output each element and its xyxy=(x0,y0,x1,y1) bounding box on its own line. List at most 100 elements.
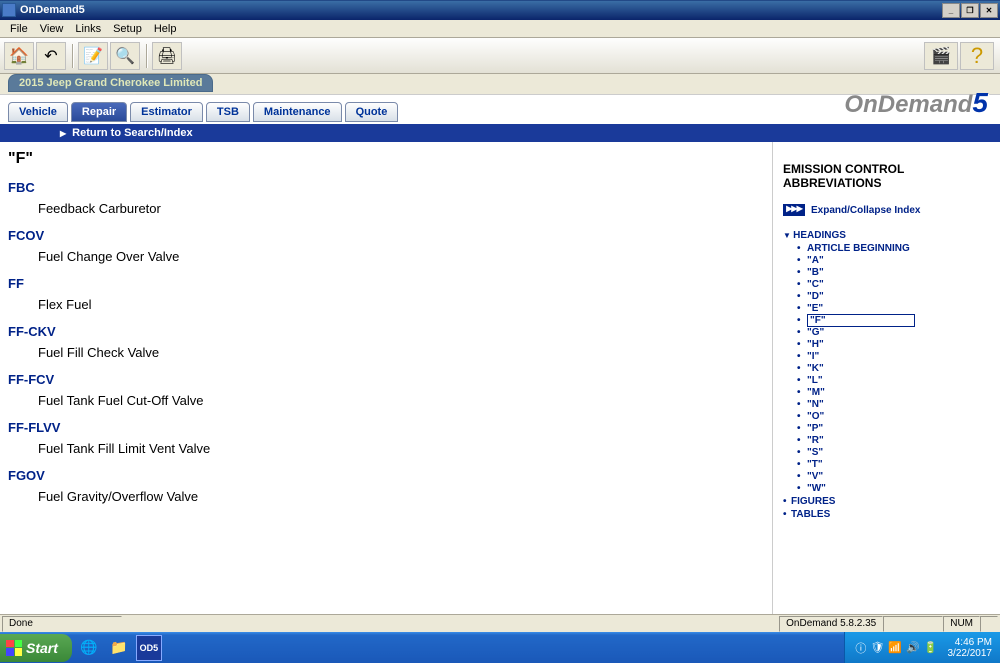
menu-bar: File View Links Setup Help xyxy=(0,20,1000,38)
index-letter[interactable]: "S" xyxy=(807,447,994,458)
index-letter[interactable]: "L" xyxy=(807,375,994,386)
tab-repair[interactable]: Repair xyxy=(71,102,127,122)
tray-date: 3/22/2017 xyxy=(948,648,993,659)
taskbar-explorer[interactable]: 📁 xyxy=(106,635,132,661)
minimize-button[interactable]: _ xyxy=(942,3,960,18)
tray-icon[interactable]: 📶 xyxy=(888,641,902,654)
status-product: OnDemand 5.8.2.35 xyxy=(779,616,883,632)
tray-icon[interactable]: ⓘ xyxy=(855,640,866,656)
toolbar-separator xyxy=(72,44,74,68)
tray-icon[interactable]: 🛡 xyxy=(870,641,884,654)
index-headings[interactable]: HEADINGS xyxy=(783,230,994,241)
windows-taskbar: Start 🌐 📁 OD5 ⓘ 🛡 📶 🔊 🔋 4:46 PM 3/22/201… xyxy=(0,632,1000,663)
index-letter[interactable]: "R" xyxy=(807,435,994,446)
home-button[interactable]: 🏠 xyxy=(4,42,34,70)
start-button[interactable]: Start xyxy=(0,634,72,662)
system-tray: ⓘ 🛡 📶 🔊 🔋 4:46 PM 3/22/2017 xyxy=(844,632,1000,663)
index-letter[interactable]: "D" xyxy=(807,291,994,302)
menu-links[interactable]: Links xyxy=(69,21,107,37)
index-title: EMISSION CONTROL ABBREVIATIONS xyxy=(783,162,994,190)
index-letter[interactable]: "E" xyxy=(807,303,994,314)
status-num: NUM xyxy=(943,616,980,632)
index-letter[interactable]: "M" xyxy=(807,387,994,398)
abbr-term: FF-FCV xyxy=(8,372,764,387)
vehicle-tab[interactable]: 2015 Jeep Grand Cherokee Limited xyxy=(8,74,213,92)
abbr-definition: Fuel Tank Fill Limit Vent Valve xyxy=(38,441,764,456)
abbr-definition: Fuel Gravity/Overflow Valve xyxy=(38,489,764,504)
status-blank xyxy=(883,616,943,632)
abbr-term: FF-CKV xyxy=(8,324,764,339)
index-letter[interactable]: "I" xyxy=(807,351,994,362)
tab-vehicle[interactable]: Vehicle xyxy=(8,102,68,122)
abbr-definition: Feedback Carburetor xyxy=(38,201,764,216)
abbr-term: FF xyxy=(8,276,764,291)
index-letter[interactable]: "H" xyxy=(807,339,994,350)
index-letter[interactable]: "O" xyxy=(807,411,994,422)
abbr-term: FCOV xyxy=(8,228,764,243)
index-letter[interactable]: "F" xyxy=(807,315,994,326)
find-button[interactable]: 🔍 xyxy=(110,42,140,70)
index-letter[interactable]: "N" xyxy=(807,399,994,410)
close-button[interactable]: ✕ xyxy=(980,3,998,18)
abbr-term: FGOV xyxy=(8,468,764,483)
abbr-definition: Fuel Change Over Valve xyxy=(38,249,764,264)
index-letter[interactable]: "K" xyxy=(807,363,994,374)
abbr-term: FBC xyxy=(8,180,764,195)
start-label: Start xyxy=(26,640,58,656)
status-blank2 xyxy=(980,616,998,632)
tab-maintenance[interactable]: Maintenance xyxy=(253,102,342,122)
notes-button[interactable]: 📝 xyxy=(78,42,108,70)
tray-clock[interactable]: 4:46 PM 3/22/2017 xyxy=(948,637,993,659)
menu-view[interactable]: View xyxy=(34,21,70,37)
brand-logo: OnDemand5 xyxy=(844,87,988,119)
index-letter[interactable]: "A" xyxy=(807,255,994,266)
index-letter[interactable]: "W" xyxy=(807,483,994,494)
tab-quote[interactable]: Quote xyxy=(345,102,399,122)
menu-file[interactable]: File xyxy=(4,21,34,37)
index-tables[interactable]: TABLES xyxy=(791,509,994,520)
toolbar: 🏠 ↶ 📝 🔍 🖨 🎬 ? xyxy=(0,38,1000,74)
index-pane[interactable]: EMISSION CONTROL ABBREVIATIONS ▶▶▶ Expan… xyxy=(772,142,1000,614)
index-figures[interactable]: FIGURES xyxy=(791,496,994,507)
index-letter[interactable]: "V" xyxy=(807,471,994,482)
abbr-definition: Flex Fuel xyxy=(38,297,764,312)
status-bar: Done OnDemand 5.8.2.35 NUM xyxy=(0,614,1000,632)
video-button[interactable]: 🎬 xyxy=(924,42,958,70)
return-to-search-bar[interactable]: Return to Search/Index xyxy=(0,124,1000,142)
windows-icon xyxy=(6,640,22,656)
index-letter[interactable]: "G" xyxy=(807,327,994,338)
print-button[interactable]: 🖨 xyxy=(152,42,182,70)
help-button[interactable]: ? xyxy=(960,42,994,70)
index-letter[interactable]: "C" xyxy=(807,279,994,290)
article-pane[interactable]: "F" FBC Feedback Carburetor FCOV Fuel Chang… xyxy=(0,142,772,614)
index-letter[interactable]: "T" xyxy=(807,459,994,470)
app-icon xyxy=(2,3,16,17)
index-letter[interactable]: "P" xyxy=(807,423,994,434)
expand-collapse-index[interactable]: ▶▶▶ Expand/Collapse Index xyxy=(783,204,994,216)
tray-time: 4:46 PM xyxy=(948,637,993,648)
menu-help[interactable]: Help xyxy=(148,21,183,37)
abbr-definition: Fuel Fill Check Valve xyxy=(38,345,764,360)
abbr-term: FF-FLVV xyxy=(8,420,764,435)
tray-volume-icon[interactable]: 🔊 xyxy=(906,641,920,654)
taskbar-od5[interactable]: OD5 xyxy=(136,635,162,661)
index-article-beginning[interactable]: ARTICLE BEGINNING xyxy=(807,243,994,254)
article-heading: "F" xyxy=(8,150,764,168)
taskbar-ie[interactable]: 🌐 xyxy=(76,635,102,661)
tray-icon[interactable]: 🔋 xyxy=(924,641,938,654)
back-button[interactable]: ↶ xyxy=(36,42,66,70)
index-letter[interactable]: "B" xyxy=(807,267,994,278)
restore-button[interactable]: ❐ xyxy=(961,3,979,18)
return-to-search-label: Return to Search/Index xyxy=(72,127,192,139)
tab-tsb[interactable]: TSB xyxy=(206,102,250,122)
abbr-definition: Fuel Tank Fuel Cut-Off Valve xyxy=(38,393,764,408)
status-done: Done xyxy=(2,616,122,632)
nav-tabs: Vehicle Repair Estimator TSB Maintenance… xyxy=(0,94,1000,124)
toolbar-separator xyxy=(146,44,148,68)
tab-estimator[interactable]: Estimator xyxy=(130,102,203,122)
expand-icon: ▶▶▶ xyxy=(783,204,805,216)
content-area: "F" FBC Feedback Carburetor FCOV Fuel Chang… xyxy=(0,142,1000,614)
expand-label: Expand/Collapse Index xyxy=(811,205,920,216)
window-title: OnDemand5 xyxy=(20,4,941,16)
menu-setup[interactable]: Setup xyxy=(107,21,148,37)
